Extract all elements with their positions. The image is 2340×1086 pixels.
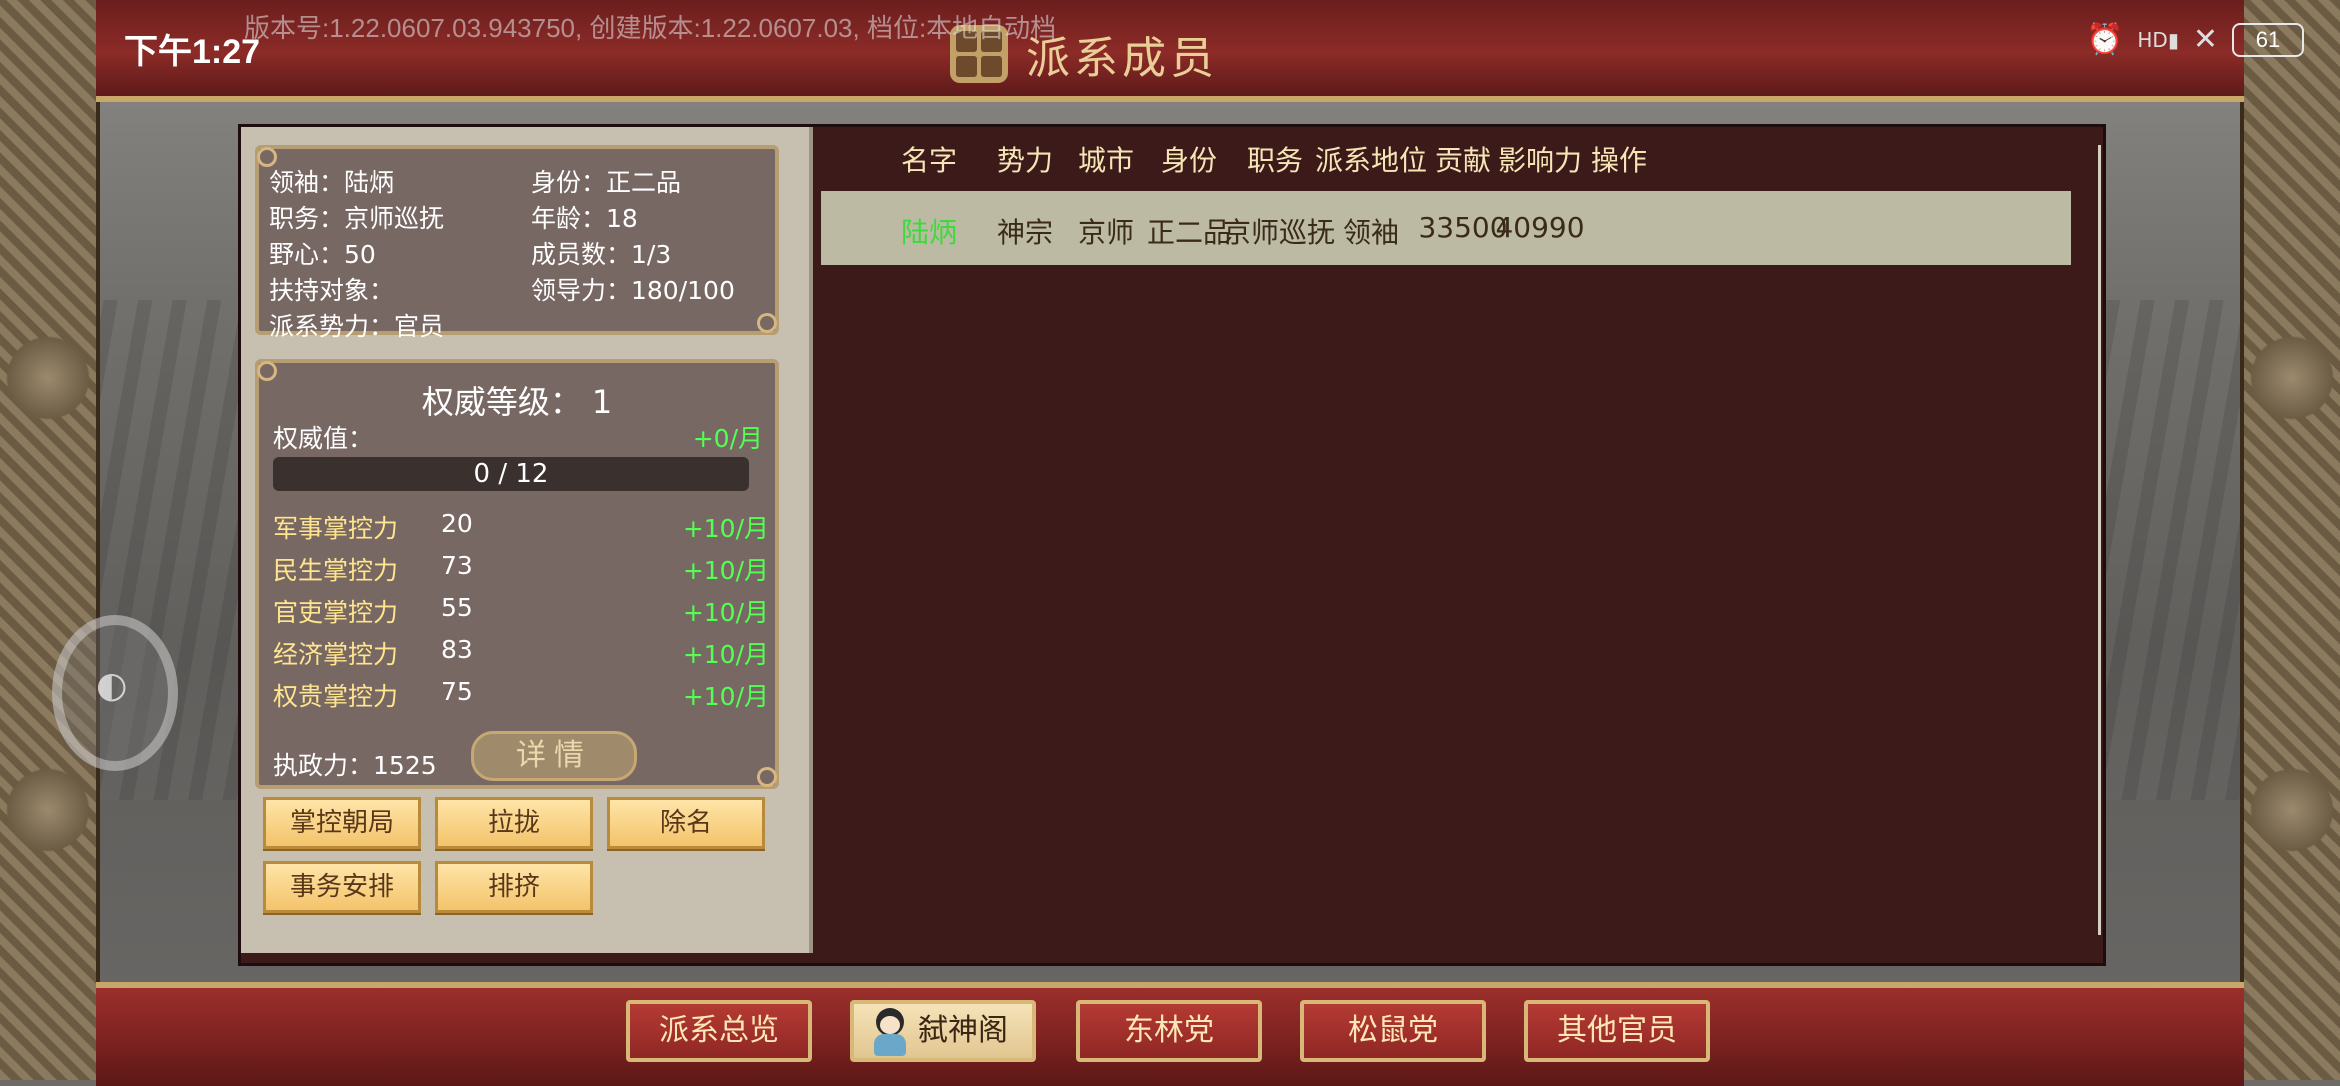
column-header-city: 城市	[1077, 144, 1135, 177]
leader-age: 年龄：18	[531, 204, 638, 233]
control-rate: +10/月	[682, 556, 769, 585]
authority-value-label: 权威值：	[273, 424, 374, 453]
support-target: 扶持对象：	[269, 276, 395, 305]
exec-power-value: 1525	[373, 751, 437, 780]
cell-city: 京师	[1077, 216, 1135, 249]
leader-duty: 职务：京师巡抚	[269, 204, 445, 233]
handle-icon: ◐	[96, 665, 128, 706]
authority-rate: +0/月	[692, 424, 763, 453]
cell-duty: 京师巡抚	[1222, 216, 1336, 249]
leader-rank: 身份：正二品	[531, 168, 682, 197]
detail-button[interactable]: 详情	[471, 731, 637, 781]
exclude-button[interactable]: 排挤	[435, 861, 593, 913]
control-name: 民生掌控力	[273, 556, 399, 585]
column-header-name: 名字	[900, 144, 958, 177]
tab-shishen-pavilion[interactable]: 弑神阁	[850, 1000, 1036, 1062]
column-header-operation: 操作	[1590, 144, 1648, 177]
faction-power: 派系势力：官员	[269, 312, 445, 341]
column-header-rank: 身份	[1160, 144, 1218, 177]
authority-level-label: 权威等级：	[421, 383, 582, 421]
floating-assist-handle[interactable]: ◐	[52, 615, 178, 771]
column-header-contribution: 贡献	[1434, 144, 1492, 177]
authority-progress-text: 0 / 12	[473, 459, 549, 489]
tab-label: 弑神阁	[918, 1013, 1008, 1048]
control-name: 经济掌控力	[273, 640, 399, 669]
control-row: 权贵掌控力 75 +10/月	[273, 677, 769, 713]
control-name: 官吏掌控力	[273, 598, 399, 627]
tab-squirrel-party[interactable]: 松鼠党	[1300, 1000, 1486, 1062]
status-time: 下午1:27	[124, 33, 261, 71]
control-row: 官吏掌控力 55 +10/月	[273, 593, 769, 629]
authority-level: 权威等级： 1	[259, 377, 775, 423]
authority-level-value: 1	[591, 383, 613, 421]
column-header-faction-status: 派系地位	[1314, 144, 1428, 177]
version-text: 版本号:1.22.0607.03.943750, 创建版本:1.22.0607.…	[244, 13, 1057, 43]
control-rate: +10/月	[682, 640, 769, 669]
table-scrollbar[interactable]	[2098, 145, 2101, 935]
column-header-influence: 影响力	[1497, 144, 1583, 177]
control-court-button[interactable]: 掌控朝局	[263, 797, 421, 849]
tab-faction-overview[interactable]: 派系总览	[626, 1000, 812, 1062]
battery-icon: 61	[2232, 22, 2304, 57]
control-value: 75	[441, 677, 473, 706]
leader-ambition: 野心：50	[269, 240, 376, 269]
exec-power: 执政力：1525	[273, 746, 437, 782]
status-icons: ⏰ HD▮ ✕ 61	[2086, 22, 2304, 57]
cell-rank: 正二品	[1146, 216, 1232, 249]
leader-name: 领袖：陆炳	[269, 168, 395, 197]
members-table: 名字 势力 城市 身份 职务 派系地位 贡献 影响力 操作 陆炳 神宗 京师 正…	[819, 127, 2103, 953]
control-row: 民生掌控力 73 +10/月	[273, 551, 769, 587]
control-rate: +10/月	[682, 682, 769, 711]
left-decor-border	[0, 0, 100, 1080]
leadership: 领导力：180/100	[531, 276, 735, 305]
avatar-icon	[872, 1008, 908, 1056]
control-value: 83	[441, 635, 473, 664]
control-rate: +10/月	[682, 598, 769, 627]
tab-other-officials[interactable]: 其他官员	[1524, 1000, 1710, 1062]
leader-info-card: 领袖：陆炳 身份：正二品 职务：京师巡抚 年龄：18 野心：50 成员数：1/3…	[255, 145, 779, 341]
control-rate: +10/月	[682, 514, 769, 543]
wifi-icon: ✕	[2192, 22, 2218, 57]
cell-power: 神宗	[996, 216, 1054, 249]
main-panel: 领袖：陆炳 身份：正二品 职务：京师巡抚 年龄：18 野心：50 成员数：1/3…	[238, 124, 2106, 966]
cell-contribution: 33500	[1418, 211, 1508, 244]
faction-info-column: 领袖：陆炳 身份：正二品 职务：京师巡抚 年龄：18 野心：50 成员数：1/3…	[241, 127, 813, 953]
table-row[interactable]: 陆炳 神宗 京师 正二品 京师巡抚 领袖 33500 40990	[821, 191, 2071, 265]
control-value: 55	[441, 593, 473, 622]
control-value: 73	[441, 551, 473, 580]
alarm-icon: ⏰	[2086, 22, 2124, 57]
tab-donglin-party[interactable]: 东林党	[1076, 1000, 1262, 1062]
signal-icon: HD▮	[2137, 27, 2179, 52]
control-name: 军事掌控力	[273, 514, 399, 543]
authority-card: 权威等级： 1 权威值： +0/月 0 / 12 军事掌控力 20 +10/月 民…	[255, 359, 779, 789]
control-name: 权贵掌控力	[273, 682, 399, 711]
control-value: 20	[441, 509, 473, 538]
control-row: 军事掌控力 20 +10/月	[273, 509, 769, 545]
column-header-power: 势力	[996, 144, 1054, 177]
column-header-duty: 职务	[1246, 144, 1304, 177]
member-count: 成员数：1/3	[531, 240, 672, 269]
cell-influence: 40990	[1495, 211, 1585, 244]
recruit-button[interactable]: 拉拢	[435, 797, 593, 849]
expel-button[interactable]: 除名	[607, 797, 765, 849]
control-row: 经济掌控力 83 +10/月	[273, 635, 769, 671]
arrange-affairs-button[interactable]: 事务安排	[263, 861, 421, 913]
exec-power-label: 执政力：	[273, 751, 374, 780]
cell-name[interactable]: 陆炳	[901, 211, 957, 251]
cell-faction-status: 领袖	[1342, 216, 1400, 249]
right-decor-border	[2240, 0, 2340, 1080]
authority-progress-bar: 0 / 12	[273, 457, 749, 491]
